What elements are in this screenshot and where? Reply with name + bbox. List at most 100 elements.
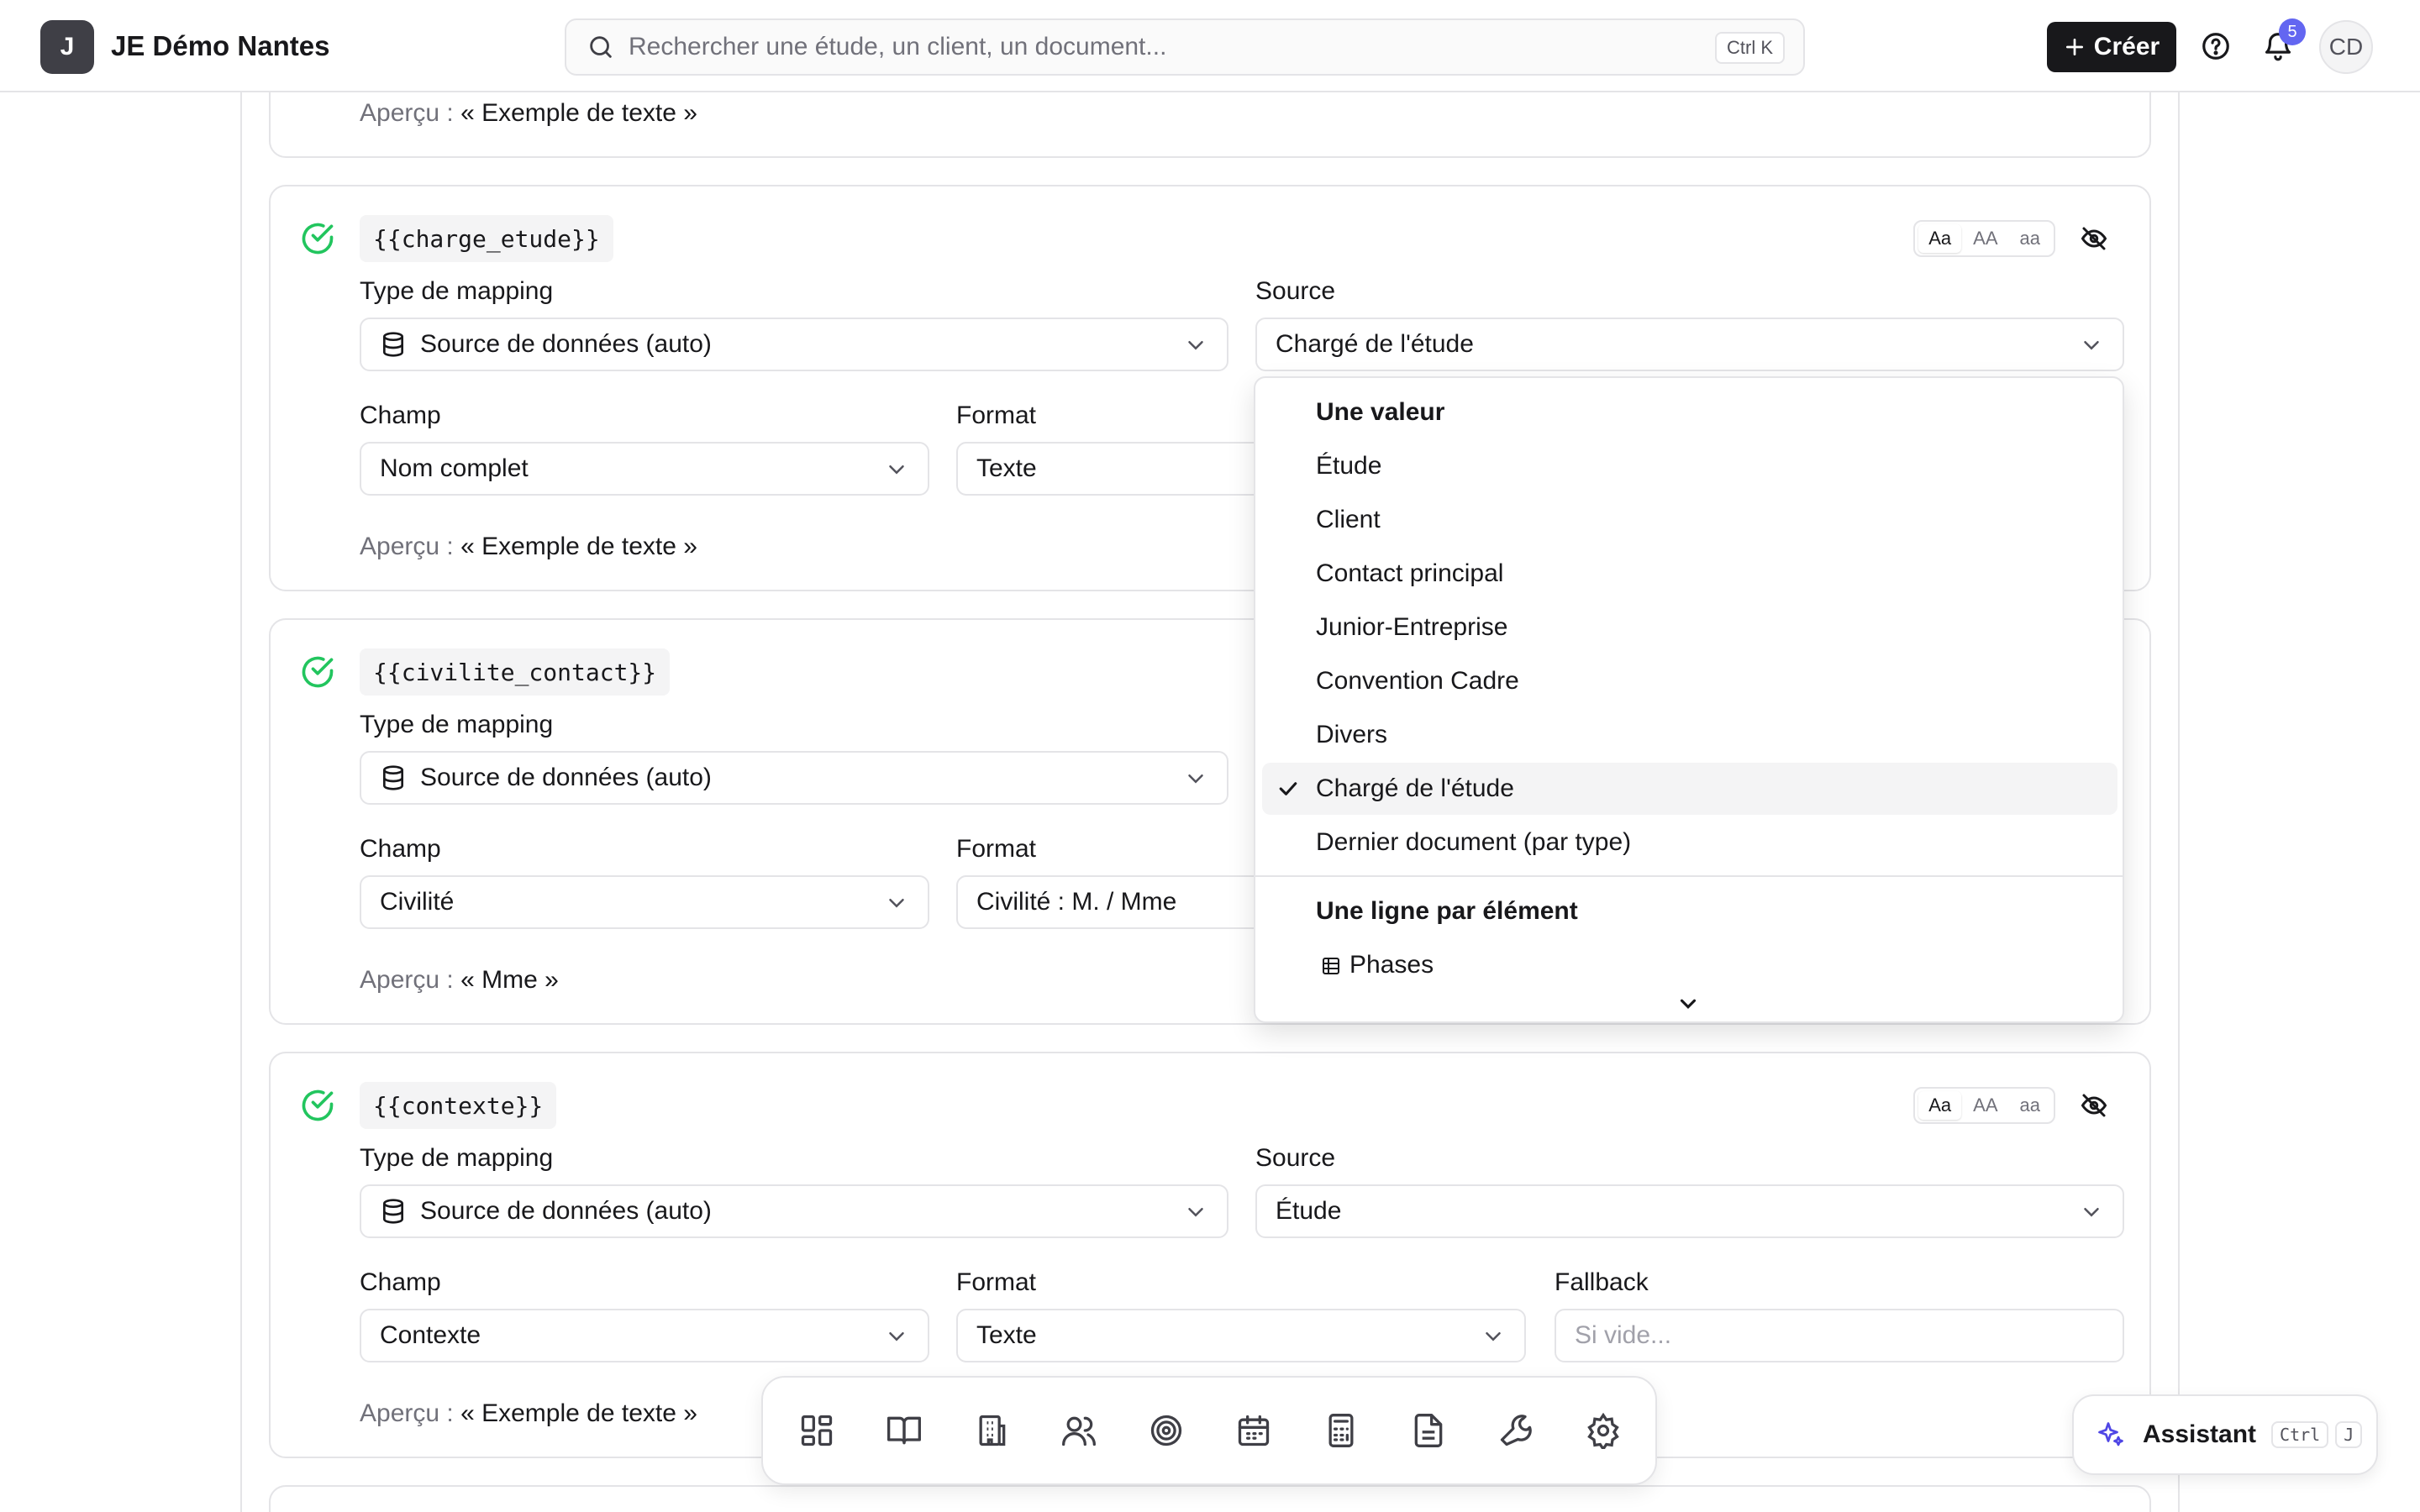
mapping-type-select[interactable]: Source de données (auto) — [360, 318, 1228, 371]
book-icon[interactable] — [886, 1412, 923, 1449]
source-value: Chargé de l'étude — [1276, 330, 1474, 358]
case-option-lower[interactable]: aa — [2010, 224, 2050, 253]
preview-text: Aperçu : « Mme » — [360, 966, 559, 994]
org-logo[interactable]: J — [40, 20, 94, 74]
target-icon[interactable] — [1148, 1412, 1185, 1449]
create-button-label: Créer — [2093, 33, 2160, 60]
dropdown-option[interactable]: Étude — [1262, 440, 2118, 492]
champ-select[interactable]: Nom complet — [360, 442, 929, 496]
dropdown-option[interactable]: Divers — [1262, 709, 2118, 761]
assistant-shortcut-j: J — [2335, 1421, 2363, 1448]
scroll-down-chevron-icon[interactable] — [1676, 991, 1701, 1016]
search-shortcut: Ctrl K — [1715, 32, 1785, 64]
mapping-type-value: Source de données (auto) — [420, 1197, 712, 1225]
champ-value: Contexte — [380, 1321, 481, 1349]
dropdown-option[interactable]: Client — [1262, 494, 2118, 546]
case-option-upper[interactable]: AA — [1963, 224, 2007, 253]
format-value: Texte — [976, 1321, 1037, 1349]
assistant-button[interactable]: Assistant Ctrl J — [2072, 1394, 2378, 1475]
table-icon — [1323, 958, 1339, 974]
case-option-title[interactable]: Aa — [1918, 224, 1962, 253]
search-bar[interactable]: Ctrl K — [565, 18, 1805, 76]
preview-text: Aperçu : « Exemple de texte » — [360, 99, 697, 127]
check-circle-icon — [302, 656, 334, 688]
champ-select[interactable]: Contexte — [360, 1309, 929, 1362]
dropdown-option-selected[interactable]: Chargé de l'étude — [1262, 763, 2118, 815]
check-icon — [1279, 782, 1297, 795]
type-mapping-label: Type de mapping — [360, 277, 554, 305]
dropdown-option[interactable]: Junior-Entreprise — [1262, 601, 2118, 654]
assistant-shortcut-ctrl: Ctrl — [2271, 1421, 2329, 1448]
source-value: Étude — [1276, 1197, 1342, 1225]
dropdown-option[interactable]: Dernier document (par type) — [1262, 816, 2118, 869]
placeholder-tag: {{contexte}} — [360, 1082, 557, 1129]
source-select[interactable]: Chargé de l'étude — [1255, 318, 2124, 371]
search-input[interactable] — [629, 33, 1670, 61]
avatar[interactable]: CD — [2319, 20, 2373, 74]
dropdown-option-label: Phases — [1349, 951, 1434, 979]
bottom-dock — [761, 1376, 1657, 1485]
search-icon — [590, 36, 612, 58]
source-label: Source — [1255, 277, 1336, 305]
settings-icon[interactable] — [1585, 1412, 1622, 1449]
source-label: Source — [1255, 1144, 1336, 1172]
dashboard-icon[interactable] — [798, 1412, 835, 1449]
format-value: Civilité : M. / Mme — [976, 888, 1177, 916]
building-icon[interactable] — [973, 1412, 1010, 1449]
calculator-icon[interactable] — [1323, 1412, 1360, 1449]
champ-value: Nom complet — [380, 454, 529, 482]
assistant-label: Assistant — [2143, 1420, 2257, 1448]
mapping-type-select[interactable]: Source de données (auto) — [360, 1184, 1228, 1238]
dropdown-option[interactable]: Contact principal — [1262, 548, 2118, 600]
chevron-down-icon — [2084, 341, 2099, 350]
org-name[interactable]: JE Démo Nantes — [111, 30, 329, 62]
format-select[interactable]: Texte — [956, 1309, 1526, 1362]
eye-off-icon[interactable] — [2079, 1090, 2109, 1121]
check-circle-icon — [302, 223, 334, 255]
create-button[interactable]: Créer — [2047, 22, 2176, 72]
champ-select[interactable]: Civilité — [360, 875, 929, 929]
chevron-down-icon — [1486, 1332, 1501, 1341]
top-bar: J JE Démo Nantes Ctrl K Créer 5 CD — [0, 0, 2420, 92]
check-circle-icon — [302, 1089, 334, 1121]
chevron-down-icon — [889, 1332, 904, 1341]
document-icon[interactable] — [1410, 1412, 1447, 1449]
format-label: Format — [956, 1268, 1037, 1296]
format-label: Format — [956, 402, 1037, 429]
type-mapping-label: Type de mapping — [360, 1144, 554, 1172]
users-icon[interactable] — [1060, 1412, 1097, 1449]
champ-label: Champ — [360, 402, 441, 429]
preview-text: Aperçu : « Exemple de texte » — [360, 533, 697, 560]
dropdown-option[interactable]: Convention Cadre — [1262, 655, 2118, 707]
case-toggle-group: Aa AA aa — [1913, 220, 2055, 257]
champ-value: Civilité — [380, 888, 455, 916]
calendar-icon[interactable] — [1235, 1412, 1272, 1449]
champ-label: Champ — [360, 1268, 441, 1296]
chevron-down-icon — [889, 899, 904, 908]
placeholder-tag: {{civilite_contact}} — [360, 648, 671, 696]
case-option-upper[interactable]: AA — [1963, 1091, 2007, 1120]
database-icon — [383, 765, 403, 790]
dropdown-divider — [1255, 875, 2123, 877]
sparkles-icon — [2098, 1422, 2123, 1446]
fallback-input[interactable]: Si vide... — [1555, 1309, 2124, 1362]
help-icon[interactable] — [2200, 30, 2232, 62]
placeholder-tag: {{charge_etude}} — [360, 215, 613, 262]
source-select[interactable]: Étude — [1255, 1184, 2124, 1238]
database-icon — [383, 332, 403, 357]
dropdown-option-label: Chargé de l'étude — [1316, 774, 1514, 802]
plus-icon — [2065, 38, 2083, 56]
eye-off-icon[interactable] — [2079, 223, 2109, 254]
chevron-down-icon — [889, 465, 904, 475]
dropdown-option[interactable]: Phases — [1262, 939, 2118, 991]
format-value: Texte — [976, 454, 1037, 482]
case-option-title[interactable]: Aa — [1918, 1091, 1962, 1120]
format-label: Format — [956, 835, 1037, 863]
fallback-label: Fallback — [1555, 1268, 1649, 1296]
wrench-icon[interactable] — [1497, 1412, 1534, 1449]
chevron-down-icon — [1188, 341, 1203, 350]
mapping-card — [269, 1485, 2151, 1512]
case-toggle-group: Aa AA aa — [1913, 1087, 2055, 1124]
mapping-type-select[interactable]: Source de données (auto) — [360, 751, 1228, 805]
case-option-lower[interactable]: aa — [2010, 1091, 2050, 1120]
